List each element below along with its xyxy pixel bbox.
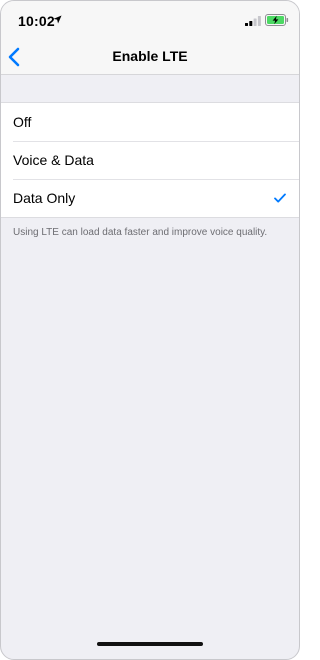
status-bar: 10:02 bbox=[1, 1, 299, 41]
status-time: 10:02 bbox=[18, 13, 55, 29]
lte-options-list: Off Voice & Data Data Only bbox=[1, 102, 299, 218]
page-title: Enable LTE bbox=[112, 48, 188, 64]
battery-charging-icon bbox=[265, 14, 289, 26]
footer-note: Using LTE can load data faster and impro… bbox=[13, 227, 268, 238]
option-label: Data Only bbox=[13, 190, 76, 206]
phone-screen: 10:02 Enable LTE Off Voice & Data Data O… bbox=[0, 0, 300, 660]
navigation-bar: Enable LTE bbox=[1, 41, 299, 75]
cellular-signal-icon bbox=[245, 16, 261, 26]
option-label: Off bbox=[13, 114, 32, 130]
checkmark-icon bbox=[274, 193, 286, 203]
option-off[interactable]: Off bbox=[1, 103, 299, 141]
option-label: Voice & Data bbox=[13, 152, 94, 168]
home-indicator[interactable] bbox=[97, 642, 203, 646]
option-voice-and-data[interactable]: Voice & Data bbox=[1, 141, 299, 179]
option-data-only[interactable]: Data Only bbox=[1, 179, 299, 217]
location-arrow-icon bbox=[53, 15, 62, 24]
